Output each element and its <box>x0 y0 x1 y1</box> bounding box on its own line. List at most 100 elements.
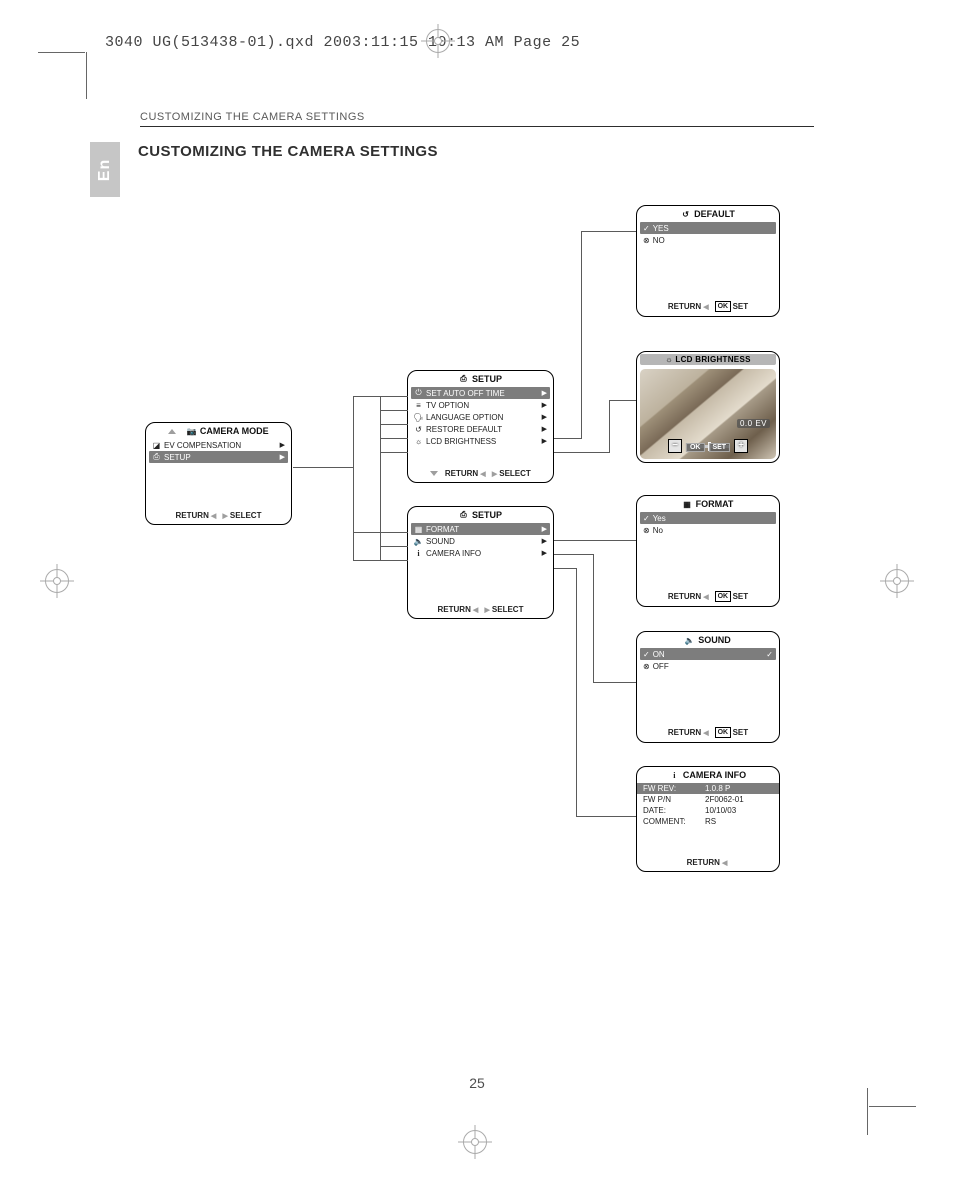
option-yes[interactable]: ✓Yes <box>640 512 776 524</box>
chevron-right-icon: ▶ <box>280 453 285 461</box>
chevron-right-icon: ▶ <box>542 425 547 433</box>
return-label: RETURN <box>687 858 720 867</box>
connector-line <box>576 568 577 816</box>
sliders-icon: ⎙ <box>459 511 468 520</box>
info-label: DATE: <box>643 806 695 815</box>
menu-item-restore-default[interactable]: ↺RESTORE DEFAULT▶ <box>411 423 550 435</box>
ev-icon: ◪ <box>152 441 161 450</box>
crop-mark <box>867 1088 868 1135</box>
menu-label: FORMAT <box>426 525 459 534</box>
info-row-date: DATE:10/10/03 <box>643 805 773 816</box>
option-label: NO <box>653 236 665 245</box>
menu-item-lcd-brightness[interactable]: ☼LCD BRIGHTNESS▶ <box>411 435 550 447</box>
chevron-right-icon: ▶ <box>280 441 285 449</box>
info-table: FW REV:1.0.8 P FW P/N2F0062-01 DATE:10/1… <box>637 782 779 827</box>
left-arrow-icon: ◀ <box>703 730 708 737</box>
option-list: ✓Yes ⊗No <box>637 511 779 536</box>
camera-icon: 📷 <box>187 427 196 436</box>
panel-header: i CAMERA INFO <box>637 767 779 782</box>
crop-mark <box>86 52 87 99</box>
panel-footer: RETURN◀ ▶SELECT <box>146 511 291 520</box>
panel-title: SETUP <box>472 510 502 520</box>
option-list: ✓ON✓ ⊗OFF <box>637 647 779 672</box>
menu-item-camera-info[interactable]: iCAMERA INFO▶ <box>411 547 550 559</box>
crop-mark <box>869 1106 916 1107</box>
camera-mode-panel: 📷 CAMERA MODE ◪EV COMPENSATION ▶ ⎙SETUP … <box>145 422 292 525</box>
connector-line <box>554 540 636 541</box>
menu-item-language[interactable]: 🗣LANGUAGE OPTION▶ <box>411 411 550 423</box>
chevron-right-icon: ▶ <box>542 437 547 445</box>
info-label: COMMENT: <box>643 817 695 826</box>
right-arrow-icon: ▶ <box>492 471 497 478</box>
menu-item-auto-off[interactable]: ⏻SET AUTO OFF TIME▶ <box>411 387 550 399</box>
connector-line <box>581 231 636 232</box>
option-list: ✓YES ⊗NO <box>637 221 779 246</box>
info-value: RS <box>705 817 716 826</box>
ev-value: 0.0 EV <box>737 419 770 428</box>
check-icon: ✓ <box>643 650 650 659</box>
menu-item-format[interactable]: ▦FORMAT▶ <box>411 523 550 535</box>
ok-button[interactable]: OK <box>686 443 705 452</box>
menu-item-setup[interactable]: ⎙SETUP ▶ <box>149 451 288 463</box>
setup-icon: ⎙ <box>152 453 161 462</box>
setup-panel-1: ⎙ SETUP ⏻SET AUTO OFF TIME▶ ≡TV OPTION▶ … <box>407 370 554 483</box>
option-label: ON <box>653 650 665 659</box>
panel-footer: RETURN◀ ▶SELECT <box>408 605 553 614</box>
connector-line <box>293 467 353 468</box>
chevron-right-icon: ▶ <box>542 537 547 545</box>
option-yes[interactable]: ✓YES <box>640 222 776 234</box>
connector-line <box>593 554 594 682</box>
option-off[interactable]: ⊗OFF <box>640 660 776 672</box>
menu-label: SOUND <box>426 537 455 546</box>
print-header: 3040 UG(513438-01).qxd 2003:11:15 10:13 … <box>105 34 580 51</box>
left-arrow-icon: ◀ <box>473 607 478 614</box>
connector-line <box>353 532 408 533</box>
plus-button[interactable]: + <box>734 439 748 453</box>
option-on[interactable]: ✓ON✓ <box>640 648 776 660</box>
right-arrow-icon: ▶ <box>485 607 490 614</box>
setup-panel-2: ⎙ SETUP ▦FORMAT▶ 🔈SOUND▶ iCAMERA INFO▶ R… <box>407 506 554 619</box>
connector-line <box>380 452 408 453</box>
panel-header: 📷 CAMERA MODE <box>146 423 291 438</box>
option-no[interactable]: ⊗No <box>640 524 776 536</box>
check-icon: ✓ <box>643 224 650 233</box>
ok-box-icon: OK <box>715 301 731 312</box>
menu-label: LCD BRIGHTNESS <box>426 437 496 446</box>
option-no[interactable]: ⊗NO <box>640 234 776 246</box>
check-icon: ✓ <box>766 650 773 659</box>
chevron-right-icon: ▶ <box>542 525 547 533</box>
option-label: OFF <box>653 662 669 671</box>
left-arrow-icon: ◀ <box>211 513 216 520</box>
set-label: SET <box>733 592 749 601</box>
select-label: SELECT <box>230 511 262 520</box>
info-row-fw-rev: FW REV: 1.0.8 P <box>637 783 779 794</box>
connector-line <box>554 438 581 439</box>
registration-target-icon <box>458 1125 492 1159</box>
crop-mark <box>38 52 85 53</box>
list-icon: ≡ <box>414 401 423 410</box>
connector-line <box>380 424 408 425</box>
minus-button[interactable]: − <box>668 439 682 453</box>
menu-item-ev-compensation[interactable]: ◪EV COMPENSATION ▶ <box>149 439 288 451</box>
info-label: FW REV: <box>643 784 695 793</box>
menu-label: RESTORE DEFAULT <box>426 425 502 434</box>
connector-line <box>380 410 408 411</box>
info-value: 1.0.8 P <box>705 784 730 793</box>
set-button[interactable]: SET <box>708 443 730 452</box>
info-icon: i <box>414 549 423 558</box>
menu-label: TV OPTION <box>426 401 469 410</box>
format-panel: ▦ FORMAT ✓Yes ⊗No RETURN◀ OKSET <box>636 495 780 607</box>
menu-item-tv-option[interactable]: ≡TV OPTION▶ <box>411 399 550 411</box>
power-icon: ⏻ <box>414 389 423 398</box>
menu-item-sound[interactable]: 🔈SOUND▶ <box>411 535 550 547</box>
select-label: SELECT <box>499 469 531 478</box>
set-label: SET <box>733 302 749 311</box>
left-arrow-icon: ◀ <box>703 594 708 601</box>
connector-line <box>554 568 576 569</box>
left-arrow-icon: ◀ <box>480 471 485 478</box>
panel-header: ☼ LCD BRIGHTNESS <box>640 354 776 365</box>
chevron-right-icon: ▶ <box>542 549 547 557</box>
panel-footer: RETURN◀ OKSET <box>637 301 779 312</box>
panel-header: ↺ DEFAULT <box>637 206 779 221</box>
default-panel: ↺ DEFAULT ✓YES ⊗NO RETURN◀ OKSET <box>636 205 780 317</box>
